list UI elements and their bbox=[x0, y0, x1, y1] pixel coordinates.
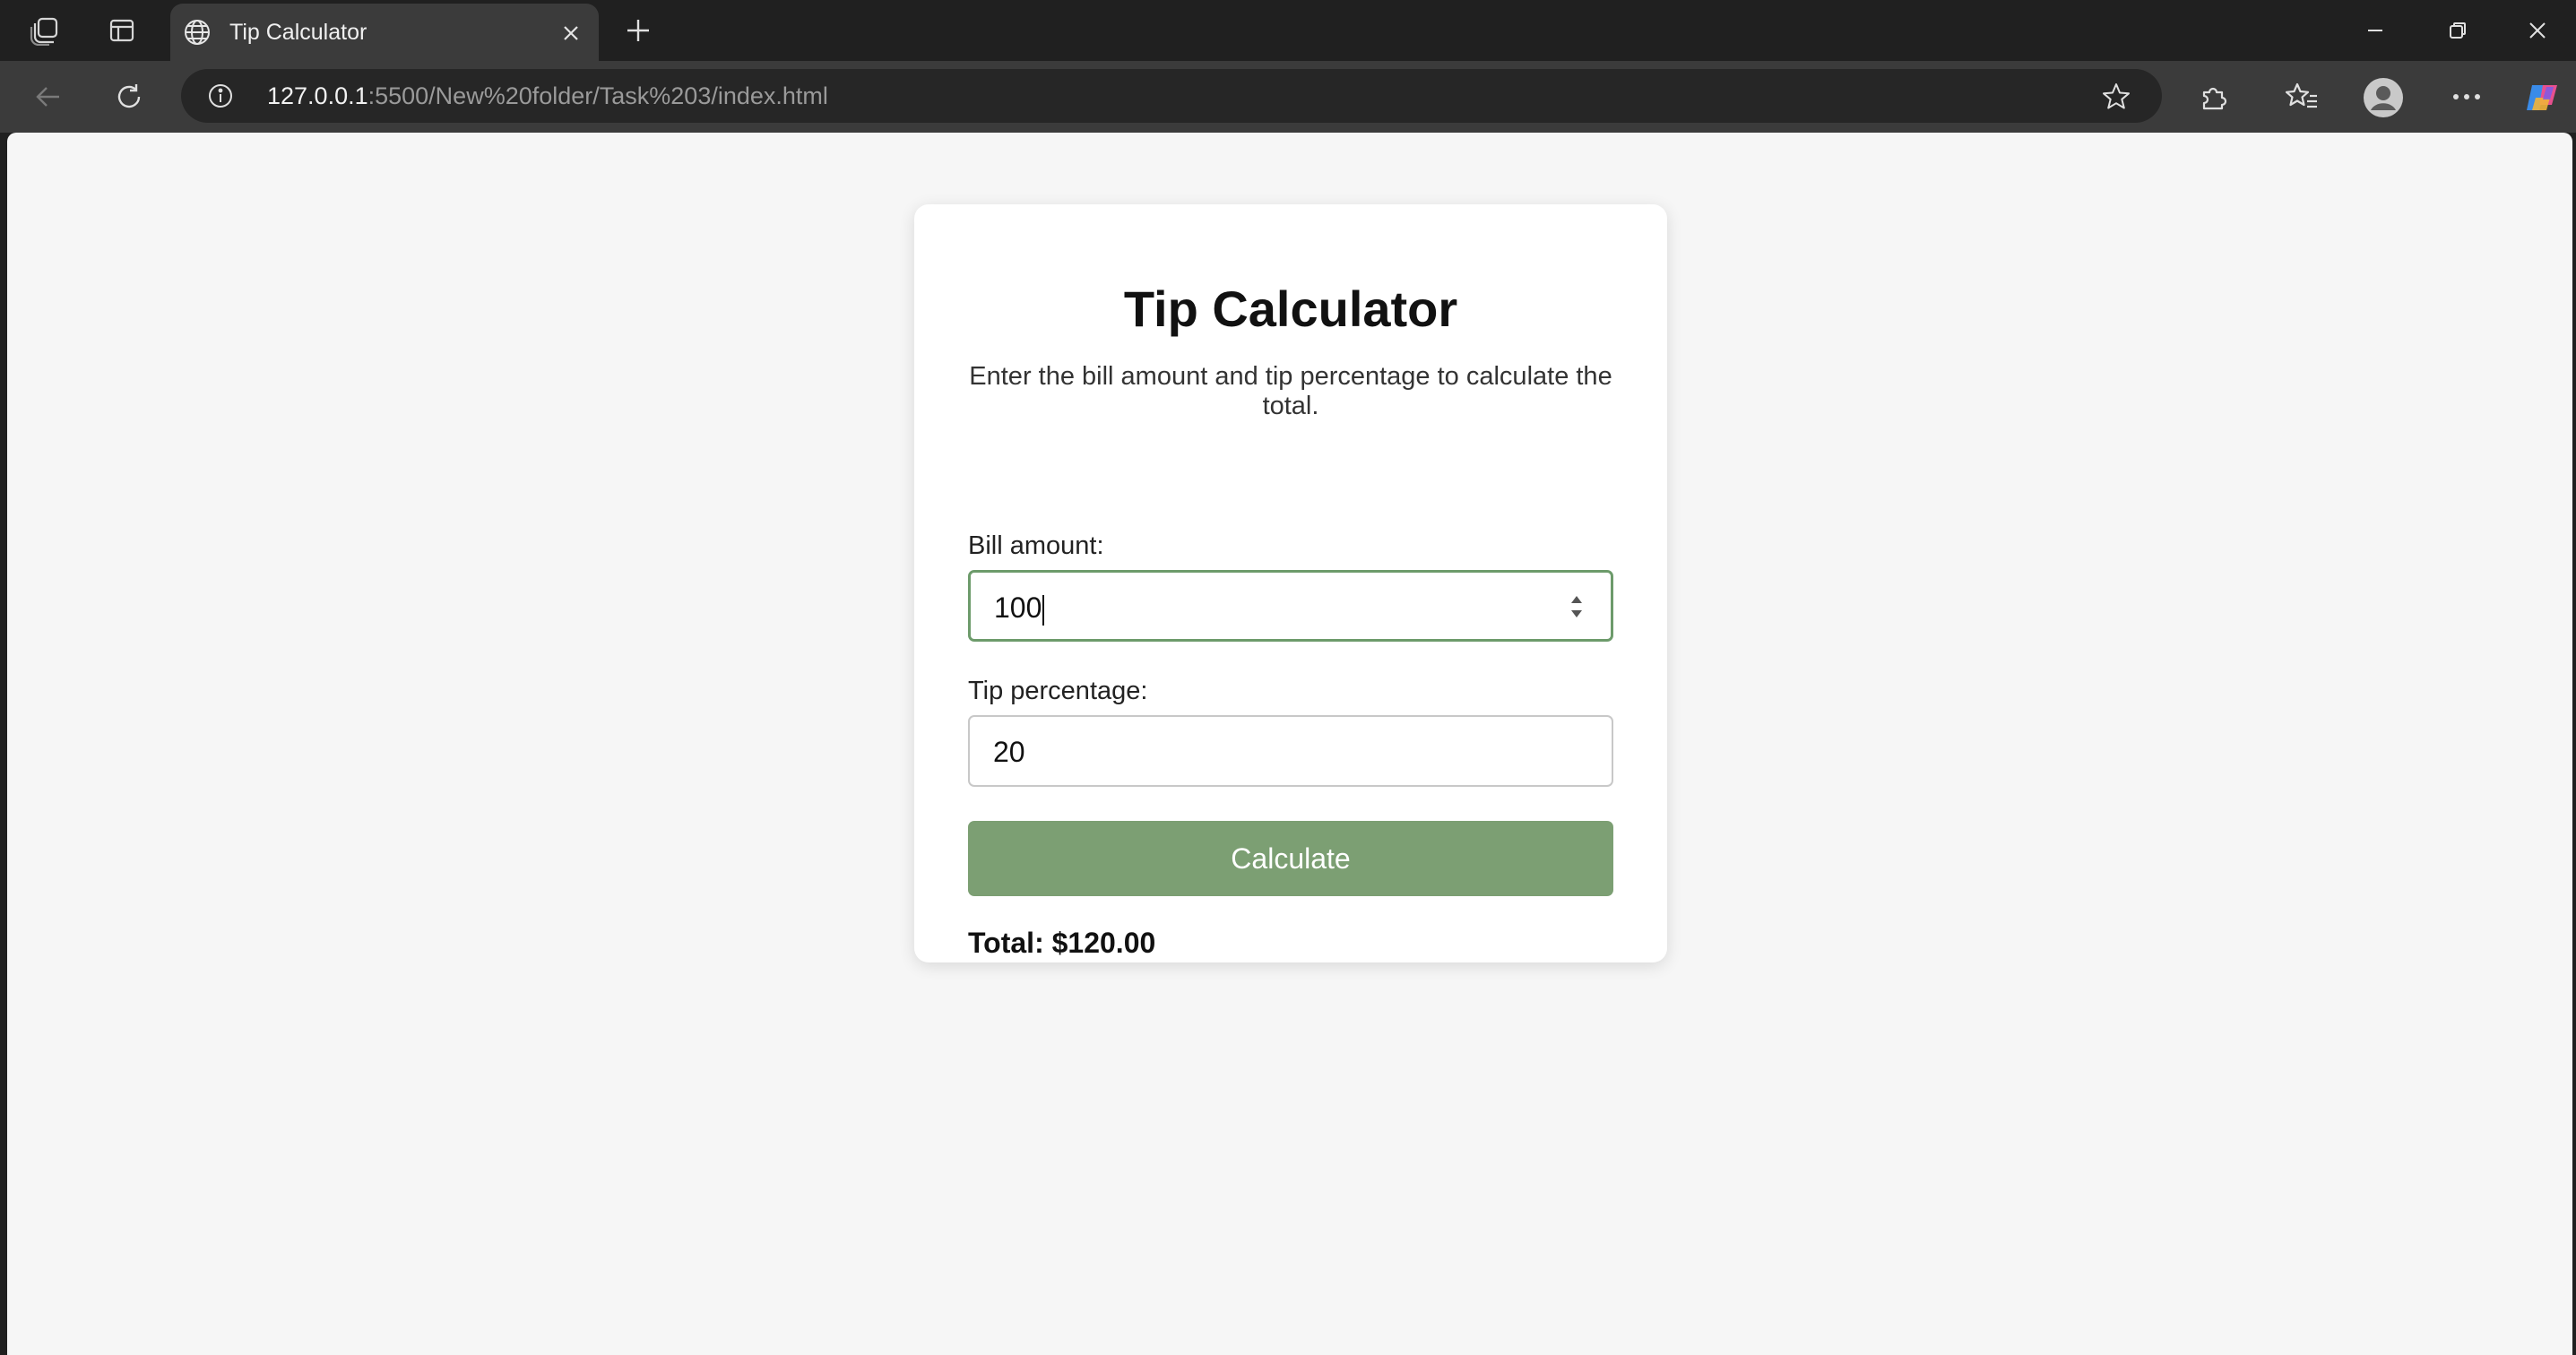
browser-tab-bar: Tip Calculator bbox=[0, 0, 2576, 61]
profile-avatar-icon[interactable] bbox=[2363, 77, 2404, 118]
tip-percentage-value: 20 bbox=[993, 736, 1025, 768]
bill-amount-input[interactable]: 100 bbox=[968, 570, 1613, 642]
bill-amount-value: 100 bbox=[994, 573, 1045, 643]
tab-tip-calculator[interactable]: Tip Calculator bbox=[170, 4, 599, 61]
description-text: Enter the bill amount and tip percentage… bbox=[969, 362, 1612, 420]
page-viewport: Tip Calculator Enter the bill amount and… bbox=[7, 133, 2572, 1355]
site-info-icon[interactable] bbox=[206, 82, 235, 110]
tip-percentage-label: Tip percentage: bbox=[968, 677, 1148, 705]
workspaces-icon[interactable] bbox=[25, 13, 65, 48]
address-bar[interactable]: 127.0.0.1:5500/New%20folder/Task%203/ind… bbox=[181, 69, 2162, 123]
browser-toolbar: 127.0.0.1:5500/New%20folder/Task%203/ind… bbox=[0, 61, 2576, 133]
extensions-icon[interactable] bbox=[2196, 79, 2232, 115]
total-result: Total: $120.00 bbox=[968, 927, 1156, 959]
refresh-icon[interactable] bbox=[111, 79, 147, 115]
url-host: 127.0.0.1 bbox=[267, 82, 368, 109]
tip-percentage-input[interactable]: 20 bbox=[968, 715, 1613, 787]
minimize-icon[interactable] bbox=[2334, 0, 2416, 61]
close-tab-icon[interactable] bbox=[558, 20, 584, 47]
url-text: 127.0.0.1:5500/New%20folder/Task%203/ind… bbox=[267, 69, 828, 123]
back-icon[interactable] bbox=[30, 79, 66, 115]
bill-amount-label: Bill amount: bbox=[968, 531, 1104, 560]
url-path: :5500/New%20folder/Task%203/index.html bbox=[367, 82, 828, 109]
restore-icon[interactable] bbox=[2416, 0, 2499, 61]
bill-amount-text: 100 bbox=[994, 591, 1042, 624]
copilot-icon[interactable] bbox=[2522, 77, 2563, 118]
close-window-icon[interactable] bbox=[2499, 0, 2576, 61]
favorites-icon[interactable] bbox=[2284, 79, 2320, 115]
favorite-star-icon[interactable] bbox=[2099, 80, 2133, 114]
calculator-card: Tip Calculator Enter the bill amount and… bbox=[914, 204, 1667, 962]
number-spinner[interactable] bbox=[1569, 592, 1584, 621]
globe-icon bbox=[181, 16, 213, 48]
new-tab-icon[interactable] bbox=[620, 13, 656, 48]
more-options-icon[interactable] bbox=[2447, 79, 2486, 115]
text-caret bbox=[1042, 594, 1045, 626]
page-title: Tip Calculator bbox=[1123, 280, 1458, 337]
tab-title: Tip Calculator bbox=[229, 20, 367, 45]
tab-actions-icon[interactable] bbox=[102, 13, 142, 48]
calculate-button[interactable]: Calculate bbox=[968, 821, 1613, 896]
